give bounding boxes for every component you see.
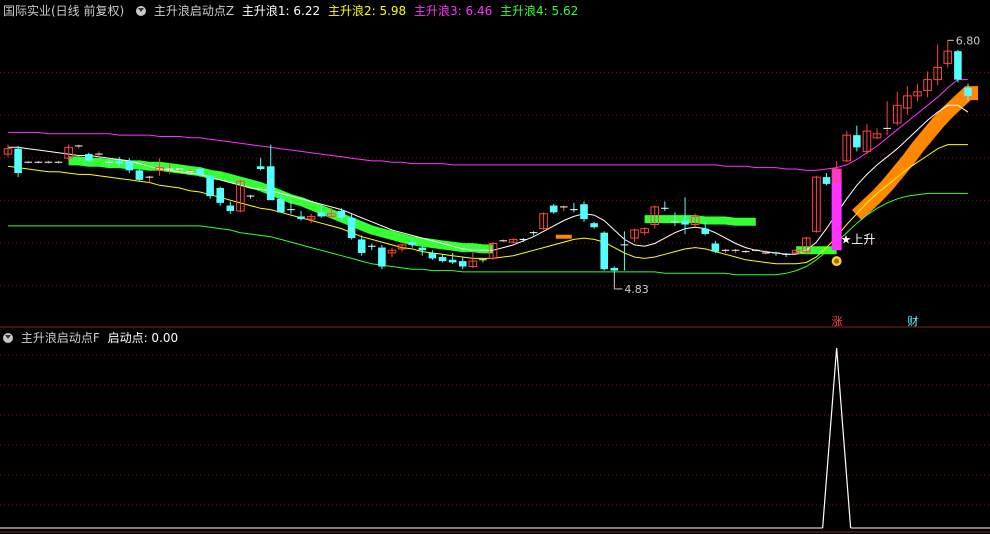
candle-body [125, 160, 134, 171]
candle-body [580, 204, 588, 220]
candle-body [408, 242, 416, 245]
orange-band [852, 86, 979, 221]
candle-body [549, 205, 558, 213]
chart-canvas[interactable]: 6.80 4.83 ★上升涨 财 [0, 0, 990, 534]
signal-text: ★上升 [841, 233, 876, 247]
candle-body [206, 175, 214, 197]
candle-body [297, 216, 305, 220]
candle-body [357, 239, 366, 253]
candle-body [600, 232, 608, 270]
candle-body [610, 267, 619, 271]
candle-body [277, 198, 285, 213]
candle-body [216, 187, 224, 203]
candle-body [853, 135, 861, 148]
candle-body [317, 212, 326, 217]
candle-body [418, 247, 427, 251]
candle-body [590, 223, 598, 228]
candle-body [964, 87, 972, 96]
zhang-marker: 涨 [832, 315, 843, 328]
candle-body [378, 247, 386, 267]
candle-body [822, 177, 831, 184]
candle-body [458, 261, 467, 267]
candle-body [135, 170, 144, 180]
cai-marker: 财 [907, 314, 918, 328]
candle-body [226, 205, 235, 211]
candle-body [428, 252, 437, 259]
green-band [644, 215, 756, 226]
orange-mark [555, 234, 572, 239]
candle-body [347, 217, 356, 239]
high-price-label: 6.80 [956, 34, 981, 47]
candle-body [266, 166, 275, 201]
candle-body [85, 154, 93, 161]
spike-line [822, 347, 852, 529]
candle-body [337, 210, 346, 218]
series-line [8, 79, 968, 171]
candle-body [438, 257, 447, 262]
candle-body [954, 51, 962, 80]
candle-body [681, 220, 689, 225]
money-bag-icon [831, 256, 842, 267]
candle-body [115, 160, 123, 164]
candle-body [711, 243, 720, 252]
candle-body [196, 169, 204, 175]
money-bag-mark [834, 258, 840, 264]
low-price-label: 4.83 [624, 283, 649, 296]
candle-body [256, 166, 265, 169]
candle-body [14, 148, 22, 174]
candle-body [701, 228, 710, 235]
candle-body [448, 259, 457, 263]
series-line [8, 192, 968, 276]
